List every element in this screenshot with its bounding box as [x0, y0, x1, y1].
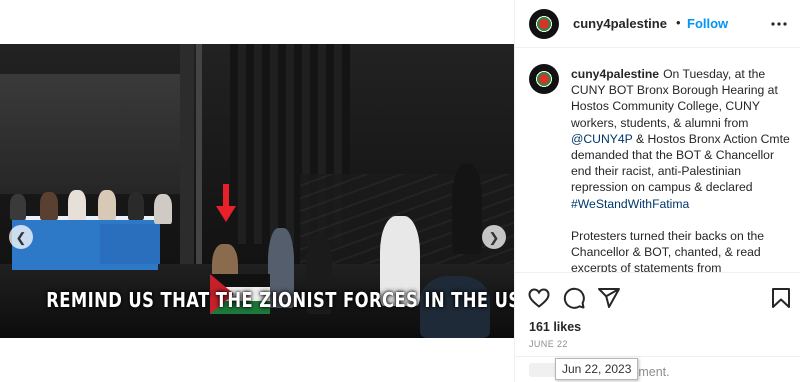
- video-caption: REMIND US THAT THE ZIONIST FORCES IN THE…: [46, 288, 514, 312]
- caption-paragraph-2: Protesters turned their backs on the Cha…: [571, 228, 765, 272]
- post-caption: cuny4palestine On Tuesday, at the CUNY BO…: [571, 66, 793, 272]
- bookmark-icon[interactable]: [769, 286, 793, 310]
- chevron-left-icon: ❮: [15, 229, 27, 245]
- date-tooltip: Jun 22, 2023: [555, 358, 639, 380]
- red-arrow-icon: [216, 184, 236, 222]
- hashtag-link[interactable]: #WeStandWithFatima: [571, 197, 689, 211]
- caption-username[interactable]: cuny4palestine: [571, 67, 659, 81]
- separator-dot: •: [676, 15, 681, 30]
- comment-icon[interactable]: [562, 286, 586, 310]
- username-link[interactable]: cuny4palestine: [573, 16, 667, 31]
- heart-icon[interactable]: [527, 286, 551, 310]
- video-frame: REMIND US THAT THE ZIONIST FORCES IN THE…: [0, 44, 514, 338]
- post-panel: cuny4palestine • Follow cuny4palestine On…: [514, 0, 800, 382]
- caption-avatar[interactable]: [529, 64, 559, 94]
- more-horizontal-icon[interactable]: [769, 14, 789, 34]
- post-video[interactable]: REMIND US THAT THE ZIONIST FORCES IN THE…: [0, 44, 514, 338]
- follow-button[interactable]: Follow: [687, 16, 728, 31]
- previous-slide-button[interactable]: ❮: [9, 225, 33, 249]
- next-slide-button[interactable]: ❯: [482, 225, 506, 249]
- post-date[interactable]: JUNE 22: [529, 339, 568, 349]
- media-area: REMIND US THAT THE ZIONIST FORCES IN THE…: [0, 0, 514, 382]
- chevron-right-icon: ❯: [488, 229, 500, 245]
- caption-area: cuny4palestine On Tuesday, at the CUNY BO…: [515, 48, 800, 272]
- action-bar: [515, 272, 800, 318]
- avatar[interactable]: [529, 9, 559, 39]
- likes-count[interactable]: 161 likes: [529, 320, 581, 334]
- mention-link[interactable]: @CUNY4P: [571, 132, 633, 146]
- share-icon[interactable]: [597, 286, 621, 310]
- post-header: cuny4palestine • Follow: [515, 0, 800, 48]
